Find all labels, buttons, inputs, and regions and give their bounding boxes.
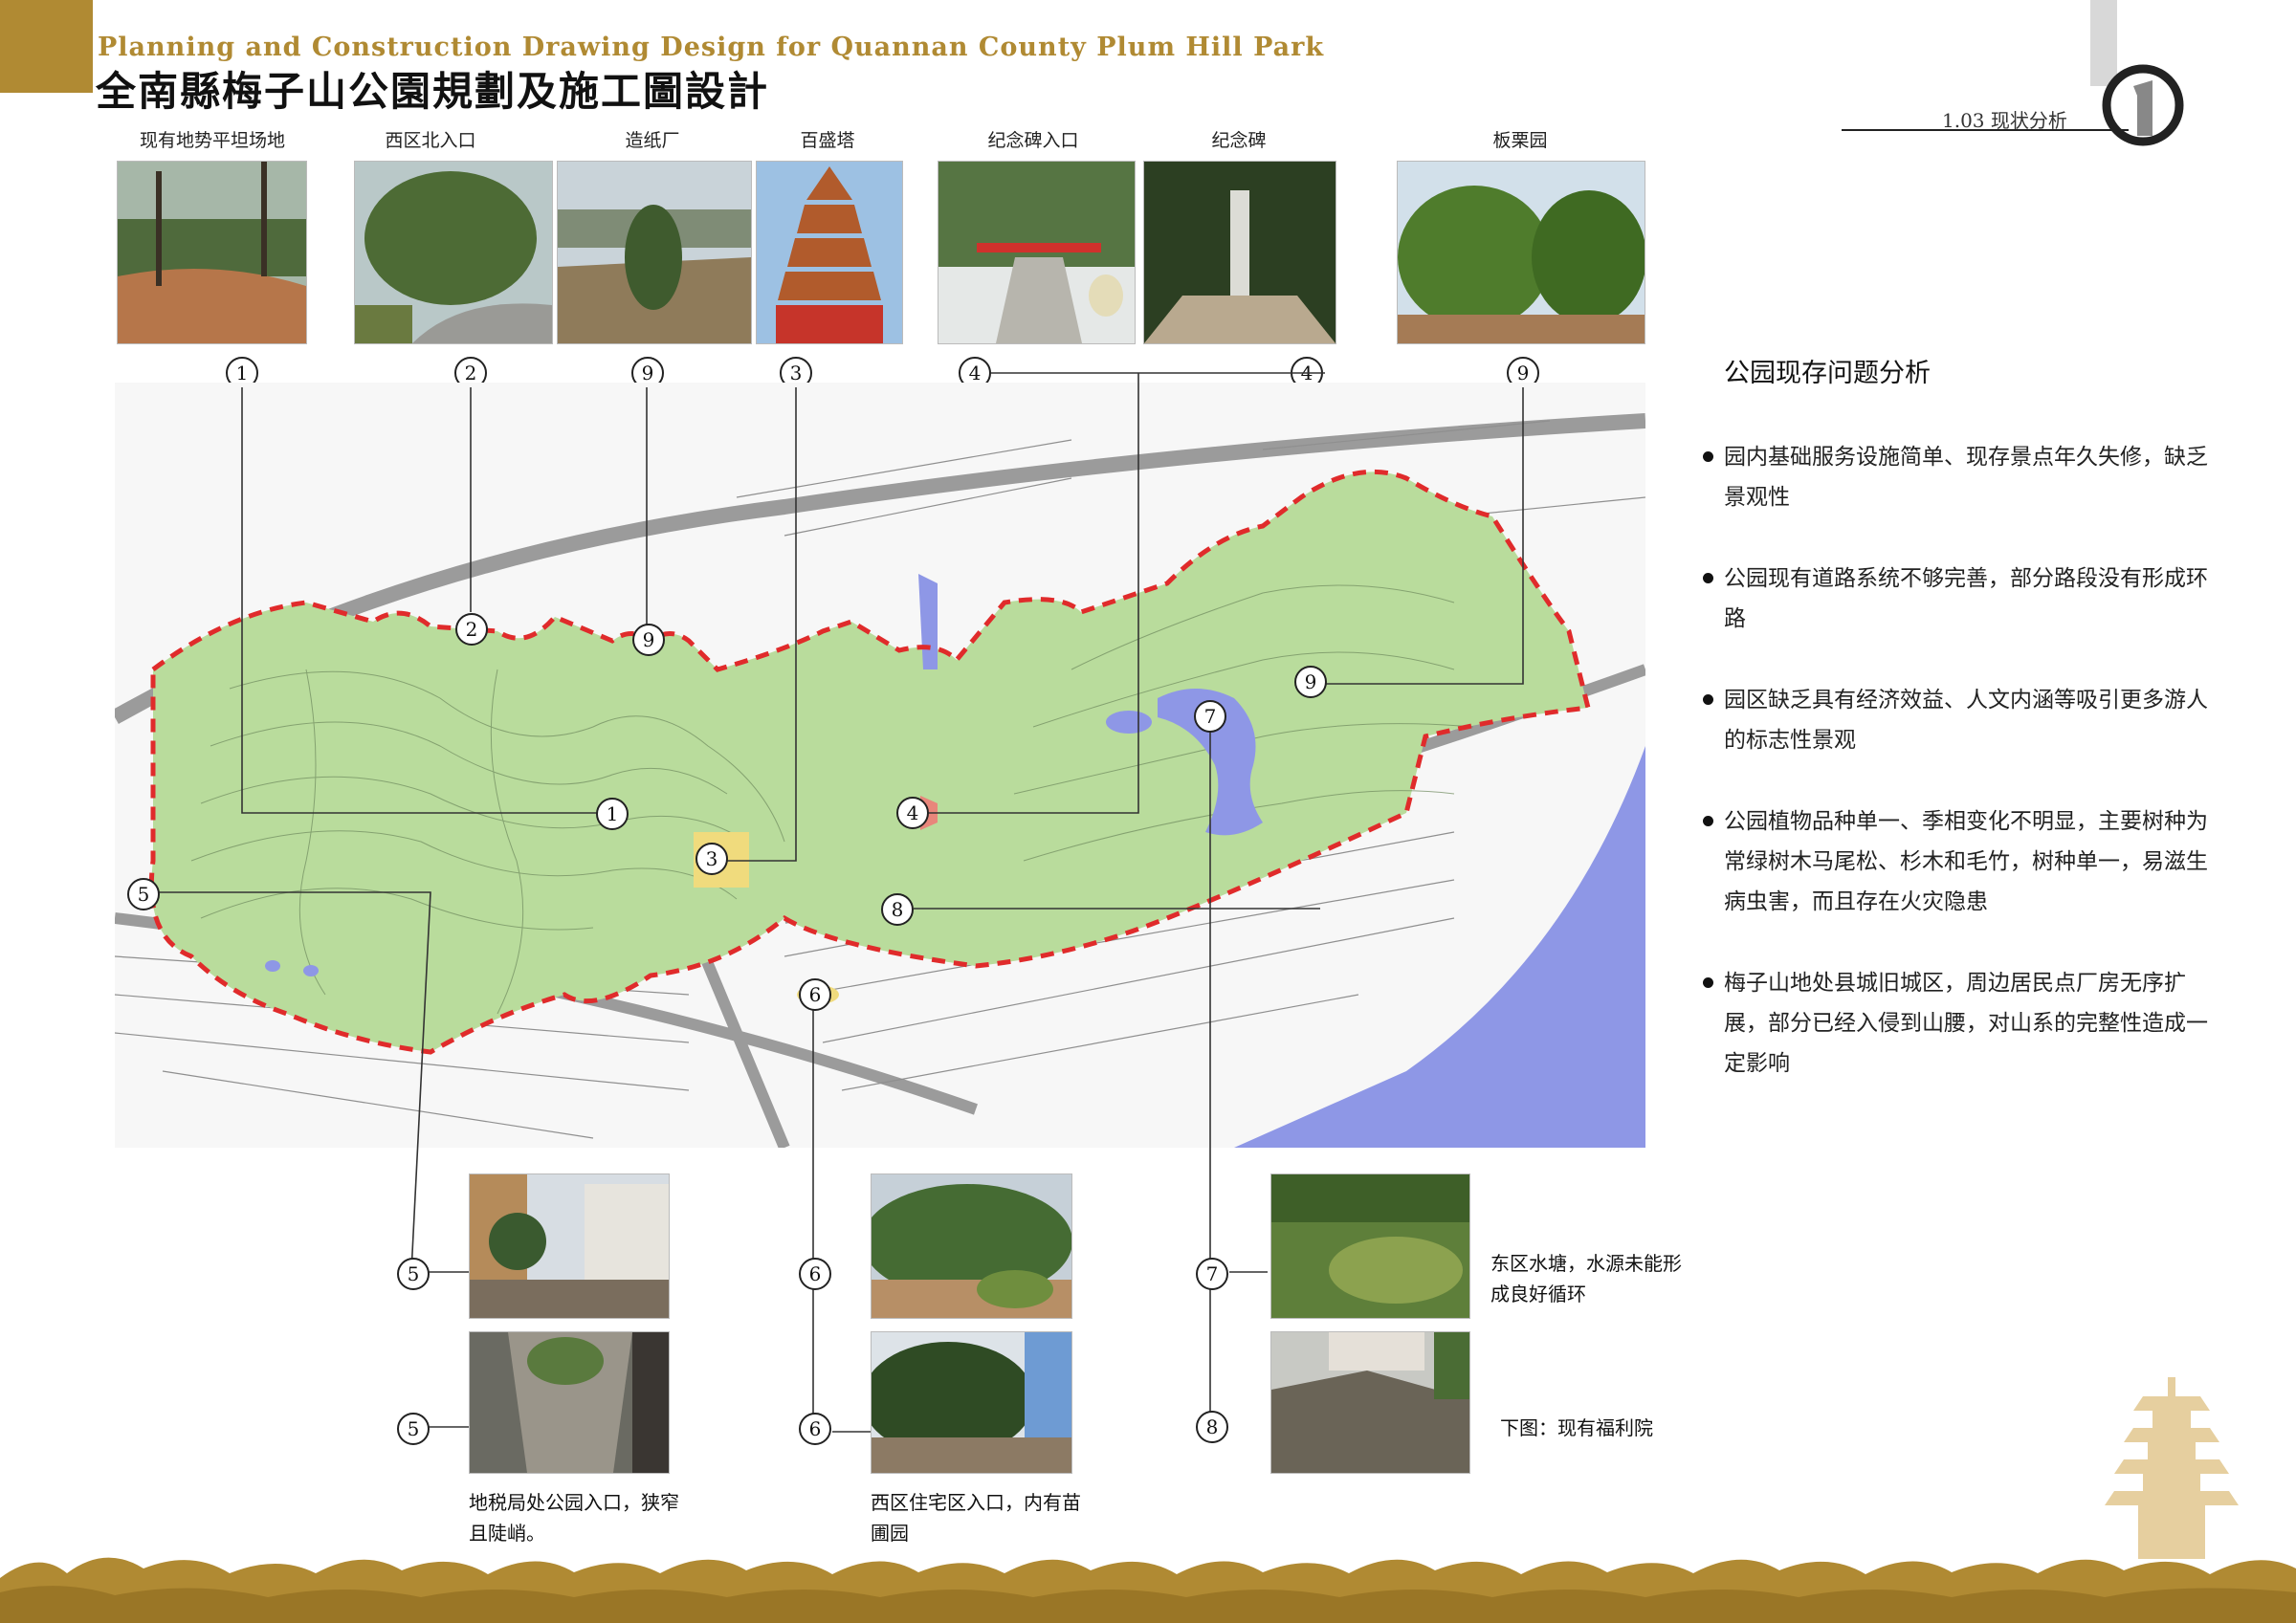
bottom-marker-6a: 6: [799, 1258, 831, 1290]
bullet-dot-icon: [1703, 694, 1713, 705]
bottom-marker-6b: 6: [799, 1413, 831, 1445]
bullet-dot-icon: [1703, 573, 1713, 583]
map-marker-4: 4: [896, 797, 929, 829]
analysis-item: 公园植物品种单一、季相变化不明显，主要树种为常绿树木马尾松、杉木和毛竹，树种单一…: [1703, 801, 2219, 922]
photo-west-residential-b: [871, 1331, 1072, 1474]
caption-east-pond: 东区水塘，水源未能形成良好循环: [1490, 1252, 1682, 1305]
bottom-marker-5a: 5: [397, 1258, 430, 1290]
photo-west-residential-a: [871, 1173, 1072, 1319]
pagoda-silhouette-icon: [2105, 1377, 2239, 1559]
map-marker-9a: 9: [632, 624, 665, 656]
bottom-marker-5b: 5: [397, 1413, 430, 1445]
caption-welfare-home: 下图：现有福利院: [1500, 1416, 1653, 1439]
map-marker-3: 3: [695, 843, 728, 875]
decorative-ground-strip: [0, 1557, 2296, 1623]
map-marker-8: 8: [881, 893, 914, 926]
analysis-item: 园区缺乏具有经济效益、人文内涵等吸引更多游人的标志性景观: [1703, 680, 2219, 760]
bottom-marker-7: 7: [1196, 1258, 1228, 1290]
map-marker-6: 6: [799, 978, 831, 1011]
analysis-title: 公园现存问题分析: [1724, 359, 1931, 388]
bottom-marker-8: 8: [1196, 1411, 1228, 1443]
map-marker-7: 7: [1194, 700, 1226, 733]
map-marker-1: 1: [596, 798, 629, 830]
bullet-dot-icon: [1703, 816, 1713, 826]
analysis-item: 园内基础服务设施简单、现存景点年久失修，缺乏景观性: [1703, 437, 2219, 517]
analysis-item: 梅子山地处县城旧城区，周边居民点厂房无序扩展，部分已经入侵到山腰，对山系的完整性…: [1703, 963, 2219, 1084]
photo-tax-entrance-a: [469, 1173, 670, 1319]
map-marker-9b: 9: [1294, 666, 1327, 698]
map-marker-2: 2: [455, 613, 488, 646]
map-marker-5: 5: [127, 878, 160, 910]
photo-east-pond: [1270, 1173, 1470, 1319]
bullet-dot-icon: [1703, 977, 1713, 988]
bullet-dot-icon: [1703, 451, 1713, 462]
photo-tax-entrance-b: [469, 1331, 670, 1474]
analysis-item: 公园现有道路系统不够完善，部分路段没有形成环路: [1703, 559, 2219, 639]
photo-welfare-home: [1270, 1331, 1470, 1474]
